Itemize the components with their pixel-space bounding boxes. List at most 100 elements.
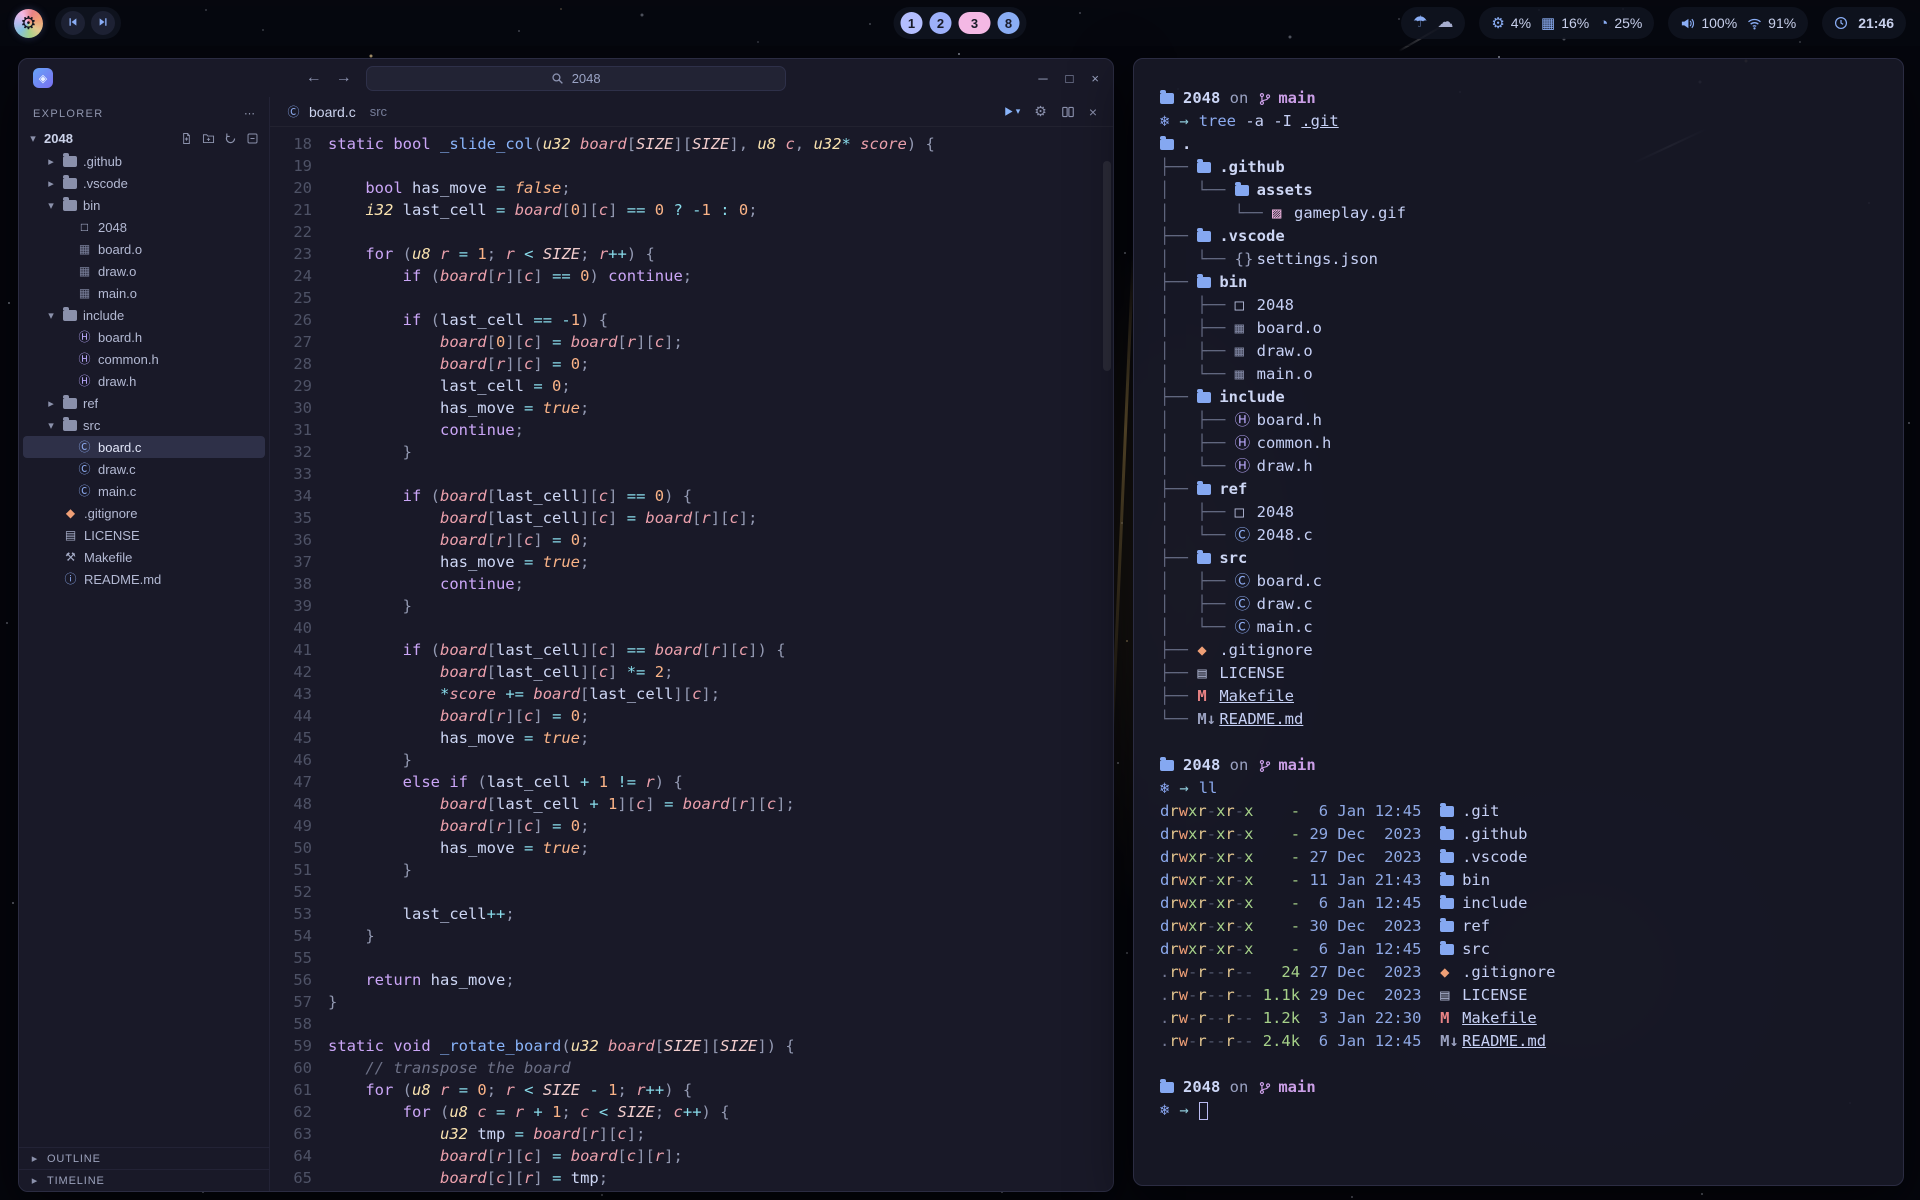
list-output-LICENSE: .rw-r--r-- 1.1k 29 Dec 2023 ▤LICENSE xyxy=(1160,984,1877,1007)
media-next-button[interactable] xyxy=(91,11,115,35)
terminal-cursor xyxy=(1199,1102,1208,1120)
tree-file-board.c[interactable]: Ⓒboard.c xyxy=(23,436,265,458)
tree-file-draw.h[interactable]: Ⓗdraw.h xyxy=(23,370,265,392)
json-icon: {} xyxy=(1235,248,1257,271)
clock-icon xyxy=(1834,16,1848,30)
code-line-35: board[last_cell][c] = board[r][c]; xyxy=(328,507,1113,529)
memory-stat: ▦ 16% xyxy=(1541,15,1589,31)
system-stats-widget[interactable]: ⚙ 4% ▦ 16% ◔ 25% xyxy=(1479,7,1654,39)
explorer-root-folder[interactable]: ▾ 2048 xyxy=(19,126,269,150)
workspace-3-active[interactable]: 3 xyxy=(959,12,991,34)
tree-output-assets: │ └── assets xyxy=(1160,179,1877,202)
tree-file-board.o[interactable]: ▦board.o xyxy=(23,238,265,260)
maximize-button[interactable]: □ xyxy=(1066,71,1074,86)
tree-item-label: Makefile xyxy=(84,550,132,565)
code-line-42: board[last_cell][c] *= 2; xyxy=(328,661,1113,683)
run-file-button[interactable]: ▾ xyxy=(1002,105,1021,118)
object-icon: ▦ xyxy=(77,243,92,255)
tree-file-Makefile[interactable]: ⚒Makefile xyxy=(23,546,265,568)
close-editor-button[interactable]: × xyxy=(1089,104,1097,120)
audio-network-widget[interactable]: 100% 91% xyxy=(1668,7,1808,39)
binary-icon: □ xyxy=(77,221,92,233)
folder-icon xyxy=(1197,392,1211,403)
nav-forward-button[interactable]: → xyxy=(336,69,352,87)
breadcrumb-context[interactable]: src xyxy=(370,104,387,119)
nav-back-button[interactable]: ← xyxy=(306,69,322,87)
workspace-1[interactable]: 1 xyxy=(901,12,923,34)
folder-icon xyxy=(63,420,77,431)
titlebar-center: ← → 2048 xyxy=(63,66,1028,91)
tree-output-main.c: │ └── Ⓒmain.c xyxy=(1160,616,1877,639)
tree-file-common.h[interactable]: Ⓗcommon.h xyxy=(23,348,265,370)
code-line-64: board[r][c] = board[c][r]; xyxy=(328,1145,1113,1167)
tree-folder-bin[interactable]: ▾bin xyxy=(23,194,265,216)
collapse-folders-button[interactable] xyxy=(246,132,259,145)
code-editor[interactable]: 1819202122232425262728293031323334353637… xyxy=(270,127,1113,1191)
tree-folder-ref[interactable]: ▸ref xyxy=(23,392,265,414)
tree-output-board.o: │ ├── ▦board.o xyxy=(1160,317,1877,340)
object-icon: ▦ xyxy=(1235,317,1257,340)
object-icon: ▦ xyxy=(77,287,92,299)
workspace-2[interactable]: 2 xyxy=(930,12,952,34)
disk-value: 25% xyxy=(1614,15,1642,31)
tree-file-2048[interactable]: □2048 xyxy=(23,216,265,238)
tree-file-README.md[interactable]: ⓘREADME.md xyxy=(23,568,265,590)
code-line-40 xyxy=(328,617,1113,639)
scrollbar-thumb[interactable] xyxy=(1103,161,1111,371)
terminal-input-line[interactable]: ❄→ xyxy=(1160,1099,1877,1122)
folder-icon xyxy=(1440,829,1454,840)
tree-file-main.o[interactable]: ▦main.o xyxy=(23,282,265,304)
workspace-8[interactable]: 8 xyxy=(998,12,1020,34)
media-prev-button[interactable] xyxy=(61,11,85,35)
command-center-search[interactable]: 2048 xyxy=(366,66,786,91)
shell-prompt-icon: ❄ xyxy=(1160,1099,1169,1122)
minimize-button[interactable]: ─ xyxy=(1038,71,1047,86)
window-controls: ─ □ × xyxy=(1038,71,1099,86)
tree-folder-.github[interactable]: ▸.github xyxy=(23,150,265,172)
tree-folder-src[interactable]: ▾src xyxy=(23,414,265,436)
explorer-header: EXPLORER ⋯ xyxy=(19,103,269,126)
code-line-27: board[0][c] = board[r][c]; xyxy=(328,331,1113,353)
tree-file-board.h[interactable]: Ⓗboard.h xyxy=(23,326,265,348)
readme-icon: M↓ xyxy=(1197,708,1219,731)
close-button[interactable]: × xyxy=(1091,71,1099,86)
refresh-explorer-button[interactable] xyxy=(224,132,237,145)
tree-folder-.vscode[interactable]: ▸.vscode xyxy=(23,172,265,194)
terminal-window[interactable]: 2048 onmain❄→tree -a -I .git.├── .github… xyxy=(1133,58,1904,1186)
tree-file-draw.c[interactable]: Ⓒdraw.c xyxy=(23,458,265,480)
code-line-47: else if (last_cell + 1 != r) { xyxy=(328,771,1113,793)
new-folder-button[interactable] xyxy=(202,132,215,145)
explorer-more-button[interactable]: ⋯ xyxy=(244,107,255,120)
blank-line xyxy=(1160,1053,1877,1076)
object-icon: ▦ xyxy=(1235,340,1257,363)
command-line: ❄→tree -a -I .git xyxy=(1160,110,1877,133)
new-file-button[interactable] xyxy=(180,132,193,145)
c-header-icon: Ⓗ xyxy=(77,375,92,387)
play-icon xyxy=(1002,105,1015,118)
list-output-.gitignore: .rw-r--r-- 24 27 Dec 2023 ◆.gitignore xyxy=(1160,961,1877,984)
code-line-20: bool has_move = false; xyxy=(328,177,1113,199)
folder-icon xyxy=(63,200,77,211)
disk-stat: ◔ 25% xyxy=(1599,15,1642,31)
outline-panel[interactable]: ▸ OUTLINE xyxy=(19,1147,269,1169)
c-header-icon: Ⓗ xyxy=(1235,432,1257,455)
tree-output-2048: │ ├── □2048 xyxy=(1160,294,1877,317)
code-line-37: has_move = true; xyxy=(328,551,1113,573)
clock-widget[interactable]: 21:46 xyxy=(1822,7,1906,39)
weather-widget[interactable]: ☂ ☁ xyxy=(1401,7,1465,39)
tree-file-main.c[interactable]: Ⓒmain.c xyxy=(23,480,265,502)
tree-file-LICENSE[interactable]: ▤LICENSE xyxy=(23,524,265,546)
memory-icon: ▦ xyxy=(1541,16,1555,31)
tree-folder-include[interactable]: ▾include xyxy=(23,304,265,326)
split-editor-button[interactable] xyxy=(1061,105,1075,119)
active-tab-filename[interactable]: board.c xyxy=(309,104,356,120)
prompt-line: 2048 onmain xyxy=(1160,1076,1877,1099)
tree-file-.gitignore[interactable]: ◆.gitignore xyxy=(23,502,265,524)
prompt-arrow-icon: → xyxy=(1179,110,1188,133)
list-output-.git: drwxr-xr-x - 6 Jan 12:45 .git xyxy=(1160,800,1877,823)
app-launcher-button[interactable]: ⚙ xyxy=(14,9,43,38)
settings-gear-button[interactable]: ⚙ xyxy=(1034,103,1047,120)
timeline-panel[interactable]: ▸ TIMELINE xyxy=(19,1169,269,1191)
topbar-right-group: ☂ ☁ ⚙ 4% ▦ 16% ◔ 25% 100% 91% xyxy=(1401,7,1906,39)
tree-file-draw.o[interactable]: ▦draw.o xyxy=(23,260,265,282)
